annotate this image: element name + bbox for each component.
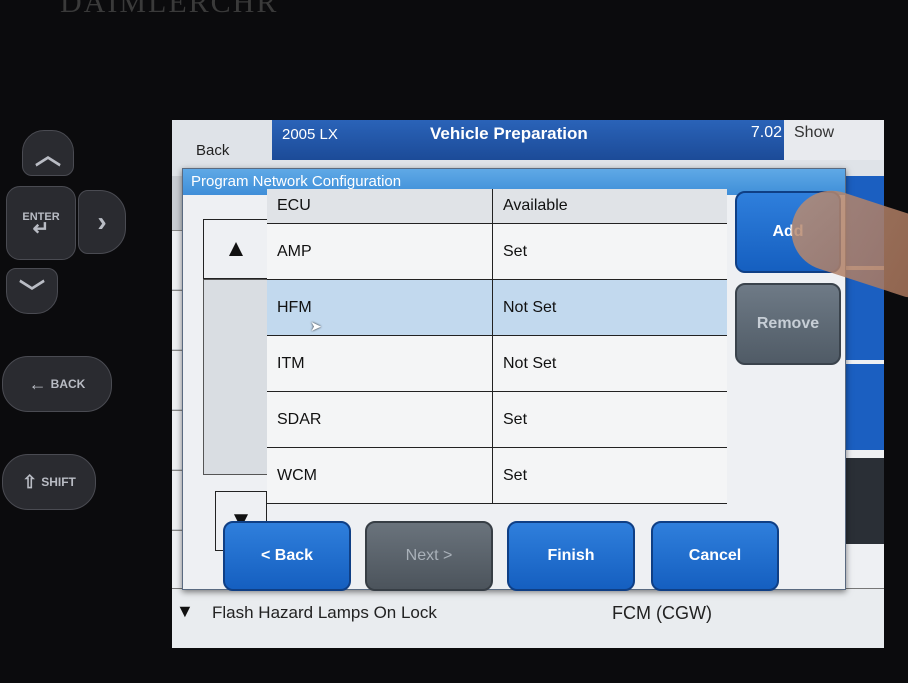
hw-right-button[interactable]: ›	[78, 190, 126, 254]
back-label: BACK	[50, 377, 86, 391]
background-title-bar: 2005 LX Vehicle Preparation 7.02	[272, 120, 792, 160]
row-ecu: AMP	[267, 224, 493, 279]
table-row[interactable]: AMP Set	[267, 224, 727, 280]
row-ecu: ITM	[267, 336, 493, 391]
arrow-left-icon: ←	[28, 373, 47, 394]
scroll-track[interactable]	[203, 279, 269, 475]
finish-button[interactable]: Finish	[507, 521, 635, 591]
hw-down-button[interactable]: ﹀	[6, 268, 58, 314]
background-row-text: Flash Hazard Lamps On Lock	[212, 603, 437, 622]
cancel-button[interactable]: Cancel	[651, 521, 779, 591]
software-version: 7.02	[750, 124, 782, 141]
column-header-available: Available	[503, 197, 568, 214]
enter-icon: ↵	[32, 218, 50, 240]
scroll-down-arrow-icon: ▼	[176, 601, 194, 621]
hardware-keypad: ︿ ENTER ↵ › ﹀ ← BACK ⇧ SHIFT	[0, 120, 150, 540]
background-bottom-row: ▼ Flash Hazard Lamps On Lock FCM (CGW)	[172, 588, 884, 648]
triangle-up-icon: ▲	[224, 235, 248, 262]
chevron-down-icon: ﹀	[18, 277, 45, 308]
wizard-buttons: < Back Next > Finish Cancel	[223, 521, 803, 591]
row-status: Set	[503, 410, 528, 428]
background-back-button[interactable]: Back	[196, 142, 229, 159]
show-button[interactable]: Show	[784, 120, 884, 160]
hw-shift-button[interactable]: ⇧ SHIFT	[2, 454, 96, 510]
row-ecu: HFM	[267, 280, 493, 335]
shift-label: SHIFT	[41, 475, 76, 489]
hw-enter-button[interactable]: ENTER ↵	[6, 186, 76, 260]
mouse-cursor-icon: ➤	[310, 318, 322, 334]
remove-button[interactable]: Remove	[735, 283, 841, 365]
hw-back-button[interactable]: ← BACK	[2, 356, 112, 412]
row-status: Not Set	[503, 298, 557, 316]
hw-up-button[interactable]: ︿	[22, 130, 74, 176]
scroll-up-button[interactable]: ▲	[203, 219, 269, 279]
row-ecu: SDAR	[267, 392, 493, 447]
table-row[interactable]: WCM Set	[267, 448, 727, 504]
table-row-selected[interactable]: HFM Not Set	[267, 280, 727, 336]
row-ecu: WCM	[267, 448, 493, 503]
table-scrollbar: ▲ ▼	[203, 219, 269, 551]
row-status: Set	[503, 466, 528, 484]
device-brand: DAIMLERCHR	[60, 0, 279, 19]
back-button[interactable]: < Back	[223, 521, 351, 591]
row-status: Not Set	[503, 354, 557, 372]
table-row[interactable]: ITM Not Set	[267, 336, 727, 392]
row-status: Set	[503, 242, 528, 260]
background-title: Vehicle Preparation	[430, 124, 588, 143]
chevron-right-icon: ›	[97, 206, 107, 237]
next-button[interactable]: Next >	[365, 521, 493, 591]
vehicle-model: 2005 LX	[282, 126, 338, 143]
column-header-ecu: ECU	[267, 189, 493, 223]
chevron-up-icon: ︿	[34, 139, 61, 170]
shift-icon: ⇧	[22, 471, 38, 492]
program-network-dialog: Program Network Configuration ▲ ▼ ECU Av…	[182, 168, 846, 591]
table-row[interactable]: SDAR Set	[267, 392, 727, 448]
background-row-module: FCM (CGW)	[612, 603, 712, 623]
table-header: ECU Available	[267, 189, 727, 224]
